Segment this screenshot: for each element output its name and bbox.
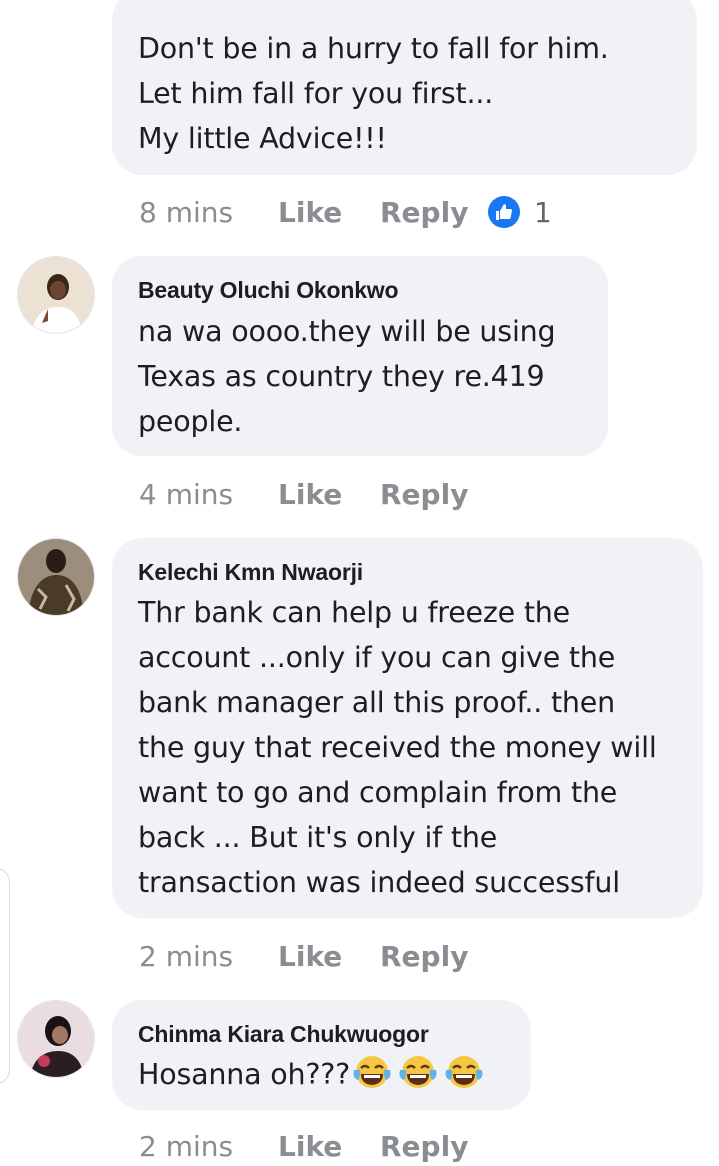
- like-button[interactable]: Like: [278, 1130, 380, 1163]
- comment-timestamp: 2 mins: [139, 1129, 234, 1163]
- comment-actions: 8 mins Like Reply: [139, 192, 468, 232]
- comment-timestamp: 4 mins: [139, 477, 234, 511]
- side-panel-edge: [0, 868, 10, 1084]
- comment-actions: 4 mins Like Reply: [139, 474, 468, 514]
- comment-text: Thr bank can help u freeze the account .…: [138, 596, 657, 899]
- reply-button[interactable]: Reply: [380, 1130, 468, 1163]
- reply-button[interactable]: Reply: [380, 940, 468, 973]
- reply-button[interactable]: Reply: [380, 478, 468, 511]
- comment-author[interactable]: Beauty Oluchi Okonkwo: [138, 277, 399, 304]
- comment-bubble: Don't be in a hurry to fall for him. Let…: [112, 0, 697, 175]
- like-button[interactable]: Like: [278, 940, 380, 973]
- comment-text: Hosanna oh???: [138, 1052, 484, 1103]
- like-button[interactable]: Like: [278, 478, 380, 511]
- comment-bubble: Beauty Oluchi Okonkwo na wa oooo.they wi…: [112, 256, 608, 456]
- avatar[interactable]: [17, 538, 95, 616]
- avatar[interactable]: [17, 1000, 95, 1078]
- comment-timestamp: 8 mins: [139, 195, 234, 229]
- reaction-count: 1: [534, 195, 552, 229]
- face-with-tears-of-joy-icon: [352, 1054, 392, 1103]
- comment-text-content: Hosanna oh???: [138, 1058, 351, 1091]
- comment-timestamp: 2 mins: [139, 939, 234, 973]
- thumbs-up-icon: [488, 196, 520, 228]
- reply-button[interactable]: Reply: [380, 196, 468, 229]
- reaction-summary[interactable]: 1: [488, 192, 552, 232]
- comment-text: na wa oooo.they will be using Texas as c…: [138, 315, 556, 438]
- comment-actions: 2 mins Like Reply: [139, 936, 468, 976]
- comment-author[interactable]: Kelechi Kmn Nwaorji: [138, 559, 363, 586]
- comment-bubble: Chinma Kiara Chukwuogor Hosanna oh???: [112, 1000, 531, 1110]
- comment-author[interactable]: Chinma Kiara Chukwuogor: [138, 1021, 429, 1048]
- like-button[interactable]: Like: [278, 196, 380, 229]
- comment-text: Don't be in a hurry to fall for him. Let…: [138, 32, 609, 155]
- face-with-tears-of-joy-icon: [444, 1054, 484, 1103]
- comment-bubble: Kelechi Kmn Nwaorji Thr bank can help u …: [112, 538, 703, 918]
- comment-actions: 2 mins Like Reply: [139, 1126, 468, 1166]
- face-with-tears-of-joy-icon: [398, 1054, 438, 1103]
- avatar[interactable]: [17, 256, 95, 334]
